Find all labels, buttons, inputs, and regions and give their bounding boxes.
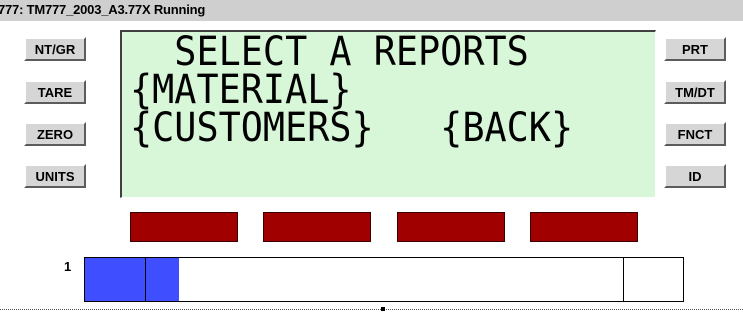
id-button[interactable]: ID [664,164,726,188]
softkey-4[interactable] [530,212,638,242]
tare-button[interactable]: TARE [24,80,86,104]
title-bar: 777: TM777_2003_A3.77X Running [0,0,743,21]
display-line-1: SELECT A REPORTS [130,29,529,75]
bargraph [84,257,684,302]
bargraph-label: 1 [64,259,72,274]
bargraph-fill [85,258,179,301]
bargraph-divider [145,258,146,301]
ntgr-button[interactable]: NT/GR [24,37,86,61]
window-title: 777: TM777_2003_A3.77X Running [0,2,206,17]
fnct-button[interactable]: FNCT [664,122,726,146]
bottom-divider [0,309,743,310]
zero-button[interactable]: ZERO [24,122,86,146]
display-line-3: {CUSTOMERS} {BACK} [130,105,574,151]
tmdt-button[interactable]: TM/DT [664,80,726,104]
units-button[interactable]: UNITS [24,164,86,188]
bottom-marker [381,307,385,311]
bargraph-divider [623,258,624,301]
prt-button[interactable]: PRT [664,37,726,61]
softkey-2[interactable] [263,212,371,242]
softkey-3[interactable] [397,212,505,242]
softkey-1[interactable] [130,212,238,242]
display-line-2: {MATERIAL} [130,67,352,113]
lcd-display: SELECT A REPORTS {MATERIAL} {CUSTOMERS} … [120,30,656,198]
